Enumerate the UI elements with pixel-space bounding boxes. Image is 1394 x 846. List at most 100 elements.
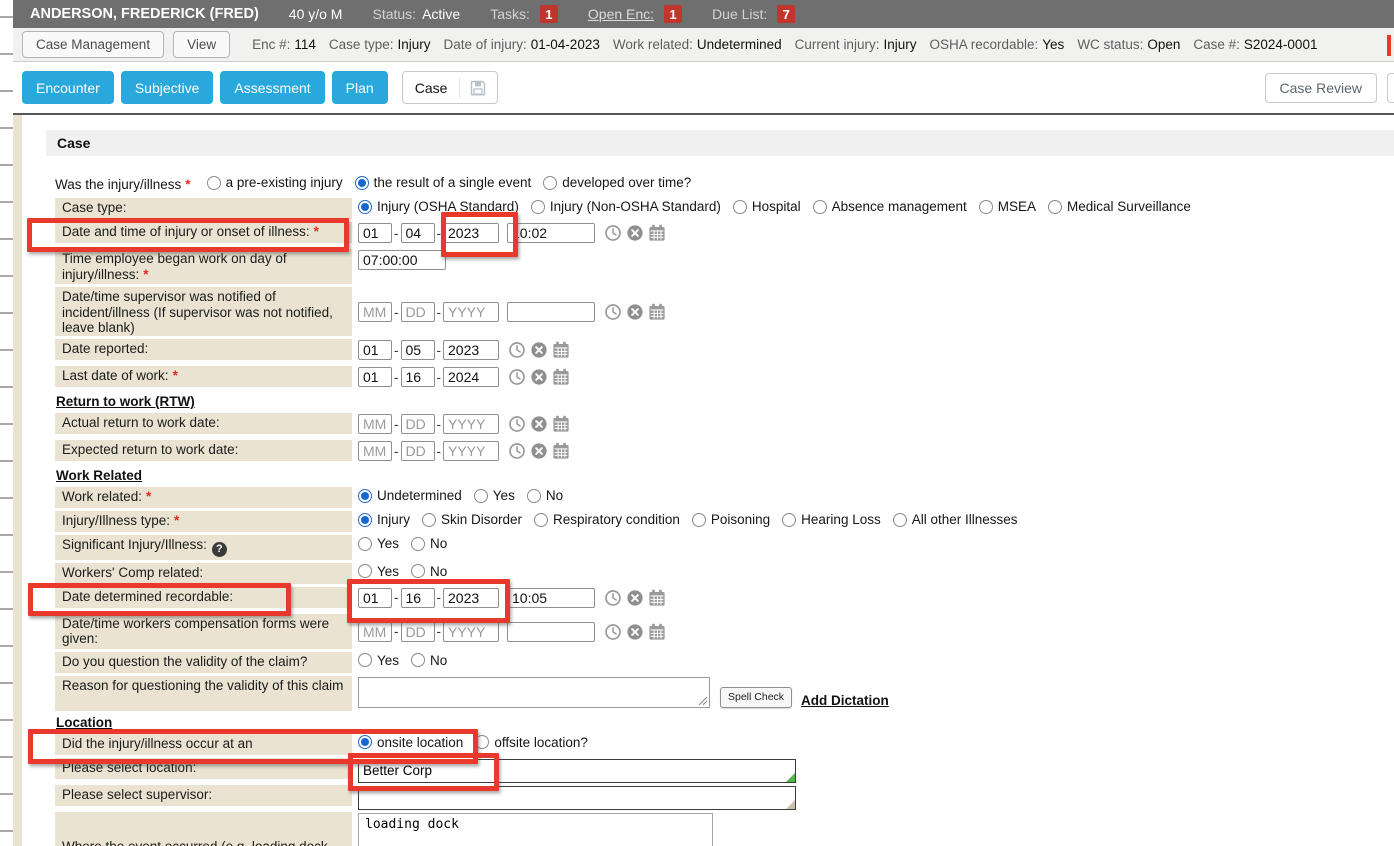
radio-hospital[interactable]: Hospital	[733, 199, 801, 214]
clear-icon[interactable]	[626, 303, 644, 321]
radio-icon[interactable]	[813, 200, 827, 214]
month-input[interactable]	[358, 588, 392, 608]
day-input[interactable]	[401, 441, 435, 461]
plan-button[interactable]: Plan	[332, 71, 388, 104]
year-input[interactable]	[443, 340, 499, 360]
radio-icon[interactable]	[534, 513, 548, 527]
radio-icon[interactable]	[527, 489, 541, 503]
radio-hearing-loss[interactable]: Hearing Loss	[782, 512, 881, 527]
radio-yes[interactable]: Yes	[358, 564, 399, 579]
radio-yes[interactable]: Yes	[358, 653, 399, 668]
year-input[interactable]	[443, 302, 499, 322]
clock-icon[interactable]	[508, 415, 526, 433]
radio-icon[interactable]	[422, 513, 436, 527]
month-input[interactable]	[358, 622, 392, 642]
clear-icon[interactable]	[626, 589, 644, 607]
year-input[interactable]	[443, 414, 499, 434]
subjective-button[interactable]: Subjective	[121, 71, 214, 104]
assessment-button[interactable]: Assessment	[220, 71, 324, 104]
radio-icon[interactable]	[979, 200, 993, 214]
radio-no[interactable]: No	[411, 653, 447, 668]
calendar-icon[interactable]	[648, 623, 666, 641]
radio-poisoning[interactable]: Poisoning	[692, 512, 770, 527]
open-enc-count-badge[interactable]: 1	[664, 5, 682, 23]
clock-icon[interactable]	[604, 623, 622, 641]
injury-year-input[interactable]	[443, 223, 499, 243]
radio-single-event[interactable]: the result of a single event	[355, 175, 532, 190]
radio-icon[interactable]	[543, 176, 557, 190]
tab-case[interactable]: Case	[402, 71, 499, 104]
supervisor-input[interactable]	[359, 787, 795, 809]
radio-medical-surveillance[interactable]: Medical Surveillance	[1048, 199, 1191, 214]
help-icon[interactable]: ?	[212, 542, 227, 557]
month-input[interactable]	[358, 441, 392, 461]
radio-icon[interactable]	[474, 489, 488, 503]
where-occurred-textarea[interactable]	[358, 813, 713, 846]
radio-icon[interactable]	[531, 200, 545, 214]
radio-icon[interactable]	[782, 513, 796, 527]
radio-yes[interactable]: Yes	[474, 488, 515, 503]
radio-icon[interactable]	[411, 653, 425, 667]
month-input[interactable]	[358, 340, 392, 360]
clear-icon[interactable]	[626, 224, 644, 242]
year-input[interactable]	[443, 622, 499, 642]
time-input[interactable]	[507, 622, 595, 642]
radio-selected-icon[interactable]	[358, 200, 372, 214]
open-enc-link[interactable]: Open Enc:	[588, 6, 654, 22]
injury-day-input[interactable]	[401, 223, 435, 243]
radio-undetermined[interactable]: Undetermined	[358, 488, 462, 503]
partial-button[interactable]	[1387, 73, 1394, 103]
calendar-icon[interactable]	[552, 341, 570, 359]
radio-icon[interactable]	[692, 513, 706, 527]
calendar-icon[interactable]	[552, 442, 570, 460]
calendar-icon[interactable]	[648, 224, 666, 242]
day-input[interactable]	[401, 622, 435, 642]
radio-icon[interactable]	[207, 176, 221, 190]
clock-icon[interactable]	[508, 368, 526, 386]
calendar-icon[interactable]	[648, 303, 666, 321]
location-input[interactable]	[359, 760, 795, 782]
radio-selected-icon[interactable]	[358, 513, 372, 527]
radio-skin-disorder[interactable]: Skin Disorder	[422, 512, 522, 527]
radio-injury-non-osha[interactable]: Injury (Non-OSHA Standard)	[531, 199, 721, 214]
year-input[interactable]	[443, 367, 499, 387]
collapsed-panel-rail[interactable]	[0, 0, 13, 846]
radio-all-other-illnesses[interactable]: All other Illnesses	[893, 512, 1018, 527]
clear-icon[interactable]	[530, 368, 548, 386]
radio-icon[interactable]	[411, 564, 425, 578]
time-input[interactable]	[507, 302, 595, 322]
day-input[interactable]	[401, 588, 435, 608]
spell-check-button[interactable]: Spell Check	[720, 687, 792, 708]
clock-icon[interactable]	[508, 442, 526, 460]
year-input[interactable]	[443, 588, 499, 608]
clock-icon[interactable]	[508, 341, 526, 359]
radio-icon[interactable]	[411, 537, 425, 551]
clock-icon[interactable]	[604, 224, 622, 242]
add-dictation-link[interactable]: Add Dictation	[801, 693, 889, 708]
tasks-count-badge[interactable]: 1	[540, 5, 558, 23]
day-input[interactable]	[401, 340, 435, 360]
radio-icon[interactable]	[358, 537, 372, 551]
day-input[interactable]	[401, 302, 435, 322]
time-input[interactable]	[507, 588, 595, 608]
radio-icon[interactable]	[733, 200, 747, 214]
injury-time-input[interactable]	[507, 223, 595, 243]
case-tab-label[interactable]: Case	[403, 80, 460, 96]
radio-no[interactable]: No	[411, 564, 447, 579]
radio-msea[interactable]: MSEA	[979, 199, 1036, 214]
radio-selected-icon[interactable]	[355, 176, 369, 190]
radio-icon[interactable]	[358, 653, 372, 667]
radio-absence-management[interactable]: Absence management	[813, 199, 967, 214]
radio-icon[interactable]	[1048, 200, 1062, 214]
save-icon[interactable]	[469, 79, 487, 97]
clear-icon[interactable]	[530, 442, 548, 460]
radio-no[interactable]: No	[527, 488, 563, 503]
radio-pre-existing-injury[interactable]: a pre-existing injury	[207, 175, 343, 190]
month-input[interactable]	[358, 367, 392, 387]
radio-icon[interactable]	[475, 735, 489, 749]
view-button[interactable]: View	[173, 31, 230, 58]
radio-icon[interactable]	[358, 564, 372, 578]
clear-icon[interactable]	[530, 415, 548, 433]
day-input[interactable]	[401, 367, 435, 387]
radio-offsite-location[interactable]: offsite location?	[475, 735, 588, 750]
